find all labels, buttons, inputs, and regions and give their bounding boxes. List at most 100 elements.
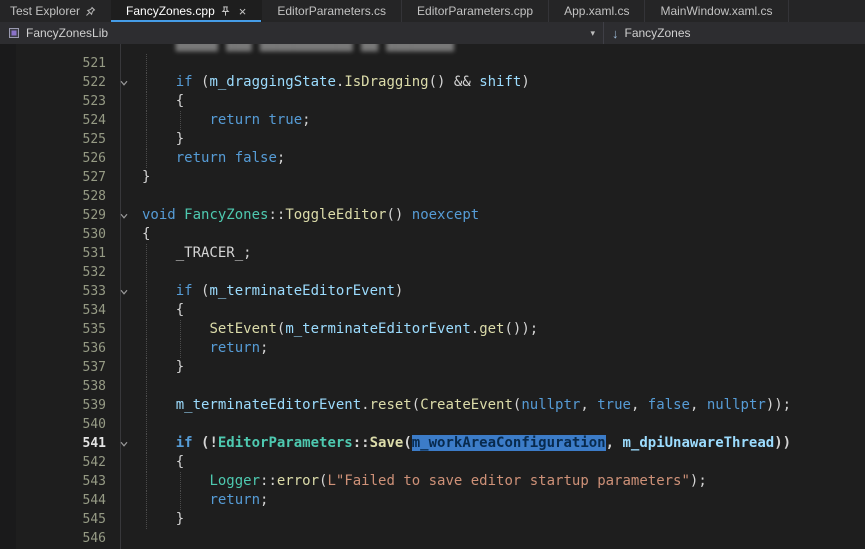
fold-chevron-icon[interactable]	[110, 73, 137, 92]
tab-editorparameters-cs[interactable]: EditorParameters.cs	[262, 0, 402, 22]
line-number[interactable]: 546	[16, 529, 110, 548]
line-number[interactable]: 540	[16, 415, 110, 434]
down-arrow-icon: ↓	[612, 27, 619, 40]
indent-guide	[146, 149, 147, 168]
code-text[interactable]: {	[137, 453, 865, 472]
line-number[interactable]: 524	[16, 111, 110, 130]
code-line-531: 531 _TRACER_;	[0, 244, 865, 263]
code-line-536: 536 return;	[0, 339, 865, 358]
code-line-532: 532	[0, 263, 865, 282]
tab-editorparameters-cpp[interactable]: EditorParameters.cpp	[402, 0, 549, 22]
code-text[interactable]: }	[137, 168, 865, 187]
code-text[interactable]	[137, 54, 865, 73]
member-dropdown[interactable]: ↓ FancyZones	[604, 22, 865, 44]
code-text[interactable]: if (m_terminateEditorEvent)	[137, 282, 865, 301]
code-text[interactable]: {	[137, 225, 865, 244]
code-text[interactable]: {	[137, 92, 865, 111]
line-number[interactable]: 523	[16, 92, 110, 111]
code-line-542: 542 {	[0, 453, 865, 472]
fold-gutter	[110, 130, 137, 149]
indent-guide	[180, 472, 181, 491]
pin-icon[interactable]	[220, 6, 231, 17]
line-number[interactable]: 527	[16, 168, 110, 187]
line-number[interactable]: 529	[16, 206, 110, 225]
tab-label: EditorParameters.cs	[277, 4, 386, 18]
indent-guide	[146, 73, 147, 92]
line-number[interactable]: 544	[16, 491, 110, 510]
code-text[interactable]: {	[137, 301, 865, 320]
fold-gutter	[110, 244, 137, 263]
line-number[interactable]: 535	[16, 320, 110, 339]
code-text[interactable]	[137, 415, 865, 434]
line-number[interactable]: 522	[16, 73, 110, 92]
code-text[interactable]: }	[137, 510, 865, 529]
code-text[interactable]	[137, 529, 865, 548]
project-dropdown-label: FancyZonesLib	[26, 26, 108, 40]
code-text[interactable]: return true;	[137, 111, 865, 130]
line-number[interactable]: 521	[16, 54, 110, 73]
indent-guide	[146, 244, 147, 263]
fold-gutter	[110, 111, 137, 130]
line-number[interactable]: 525	[16, 130, 110, 149]
code-line-544: 544 return;	[0, 491, 865, 510]
code-line-535: 535 SetEvent(m_terminateEditorEvent.get(…	[0, 320, 865, 339]
code-text[interactable]: Logger::error(L"Failed to save editor st…	[137, 472, 865, 491]
code-line-539: 539 m_terminateEditorEvent.reset(CreateE…	[0, 396, 865, 415]
code-text[interactable]: return;	[137, 491, 865, 510]
indent-guide	[146, 377, 147, 396]
line-number[interactable]: 541	[16, 434, 110, 453]
fold-gutter	[110, 320, 137, 339]
line-number[interactable]: 542	[16, 453, 110, 472]
code-text[interactable]	[137, 377, 865, 396]
code-text[interactable]: _TRACER_;	[137, 244, 865, 263]
code-text[interactable]: ▆▆▆▆▆ ▆▆▆ ▆▆▆▆▆▆▆▆▆▆▆ ▆▆ ▆▆▆▆▆▆▆▆	[137, 44, 865, 54]
tab-label: FancyZones.cpp	[126, 4, 215, 18]
fold-gutter	[110, 339, 137, 358]
code-text[interactable]: return false;	[137, 149, 865, 168]
line-number[interactable]: 528	[16, 187, 110, 206]
close-icon[interactable]: ×	[239, 5, 247, 18]
code-text[interactable]: m_terminateEditorEvent.reset(CreateEvent…	[137, 396, 865, 415]
pin-icon[interactable]	[85, 6, 96, 17]
tab-app-xaml-cs[interactable]: App.xaml.cs	[549, 0, 645, 22]
code-text[interactable]	[137, 187, 865, 206]
code-text[interactable]: return;	[137, 339, 865, 358]
tab-label: EditorParameters.cpp	[417, 4, 533, 18]
code-line-523: 523 {	[0, 92, 865, 111]
line-number[interactable]: 537	[16, 358, 110, 377]
code-text[interactable]: void FancyZones::ToggleEditor() noexcept	[137, 206, 865, 225]
code-text[interactable]: }	[137, 130, 865, 149]
code-text[interactable]: if (!EditorParameters::Save(m_workAreaCo…	[137, 434, 865, 453]
line-number[interactable]: 534	[16, 301, 110, 320]
line-number[interactable]: 536	[16, 339, 110, 358]
code-text[interactable]: SetEvent(m_terminateEditorEvent.get());	[137, 320, 865, 339]
tab-mainwindow-xaml-cs[interactable]: MainWindow.xaml.cs	[645, 0, 788, 22]
code-editor[interactable]: ▆▆▆▆▆ ▆▆▆ ▆▆▆▆▆▆▆▆▆▆▆ ▆▆ ▆▆▆▆▆▆▆▆521522 …	[0, 44, 865, 549]
line-number[interactable]: 532	[16, 263, 110, 282]
indent-guide	[146, 320, 147, 339]
line-number[interactable]: 533	[16, 282, 110, 301]
line-number[interactable]: 539	[16, 396, 110, 415]
tab-fancyzones-cpp[interactable]: FancyZones.cpp ×	[111, 0, 262, 22]
indent-guide	[146, 54, 147, 73]
code-text[interactable]: }	[137, 358, 865, 377]
line-number[interactable]: 530	[16, 225, 110, 244]
line-number[interactable]: 531	[16, 244, 110, 263]
line-number[interactable]	[16, 44, 110, 54]
code-text[interactable]: if (m_draggingState.IsDragging() && shif…	[137, 73, 865, 92]
line-number[interactable]: 545	[16, 510, 110, 529]
fold-gutter	[110, 54, 137, 73]
fold-chevron-icon[interactable]	[110, 206, 137, 225]
fold-chevron-icon[interactable]	[110, 434, 137, 453]
code-text[interactable]	[137, 263, 865, 282]
fold-chevron-icon[interactable]	[110, 282, 137, 301]
selected-text[interactable]: m_workAreaConfiguration	[412, 435, 606, 451]
line-number[interactable]: 538	[16, 377, 110, 396]
project-dropdown[interactable]: FancyZonesLib ▾	[0, 22, 604, 44]
line-number[interactable]: 543	[16, 472, 110, 491]
indent-guide	[146, 301, 147, 320]
fold-gutter	[110, 453, 137, 472]
tab-test-explorer[interactable]: Test Explorer	[0, 0, 106, 22]
fold-gutter	[110, 415, 137, 434]
line-number[interactable]: 526	[16, 149, 110, 168]
